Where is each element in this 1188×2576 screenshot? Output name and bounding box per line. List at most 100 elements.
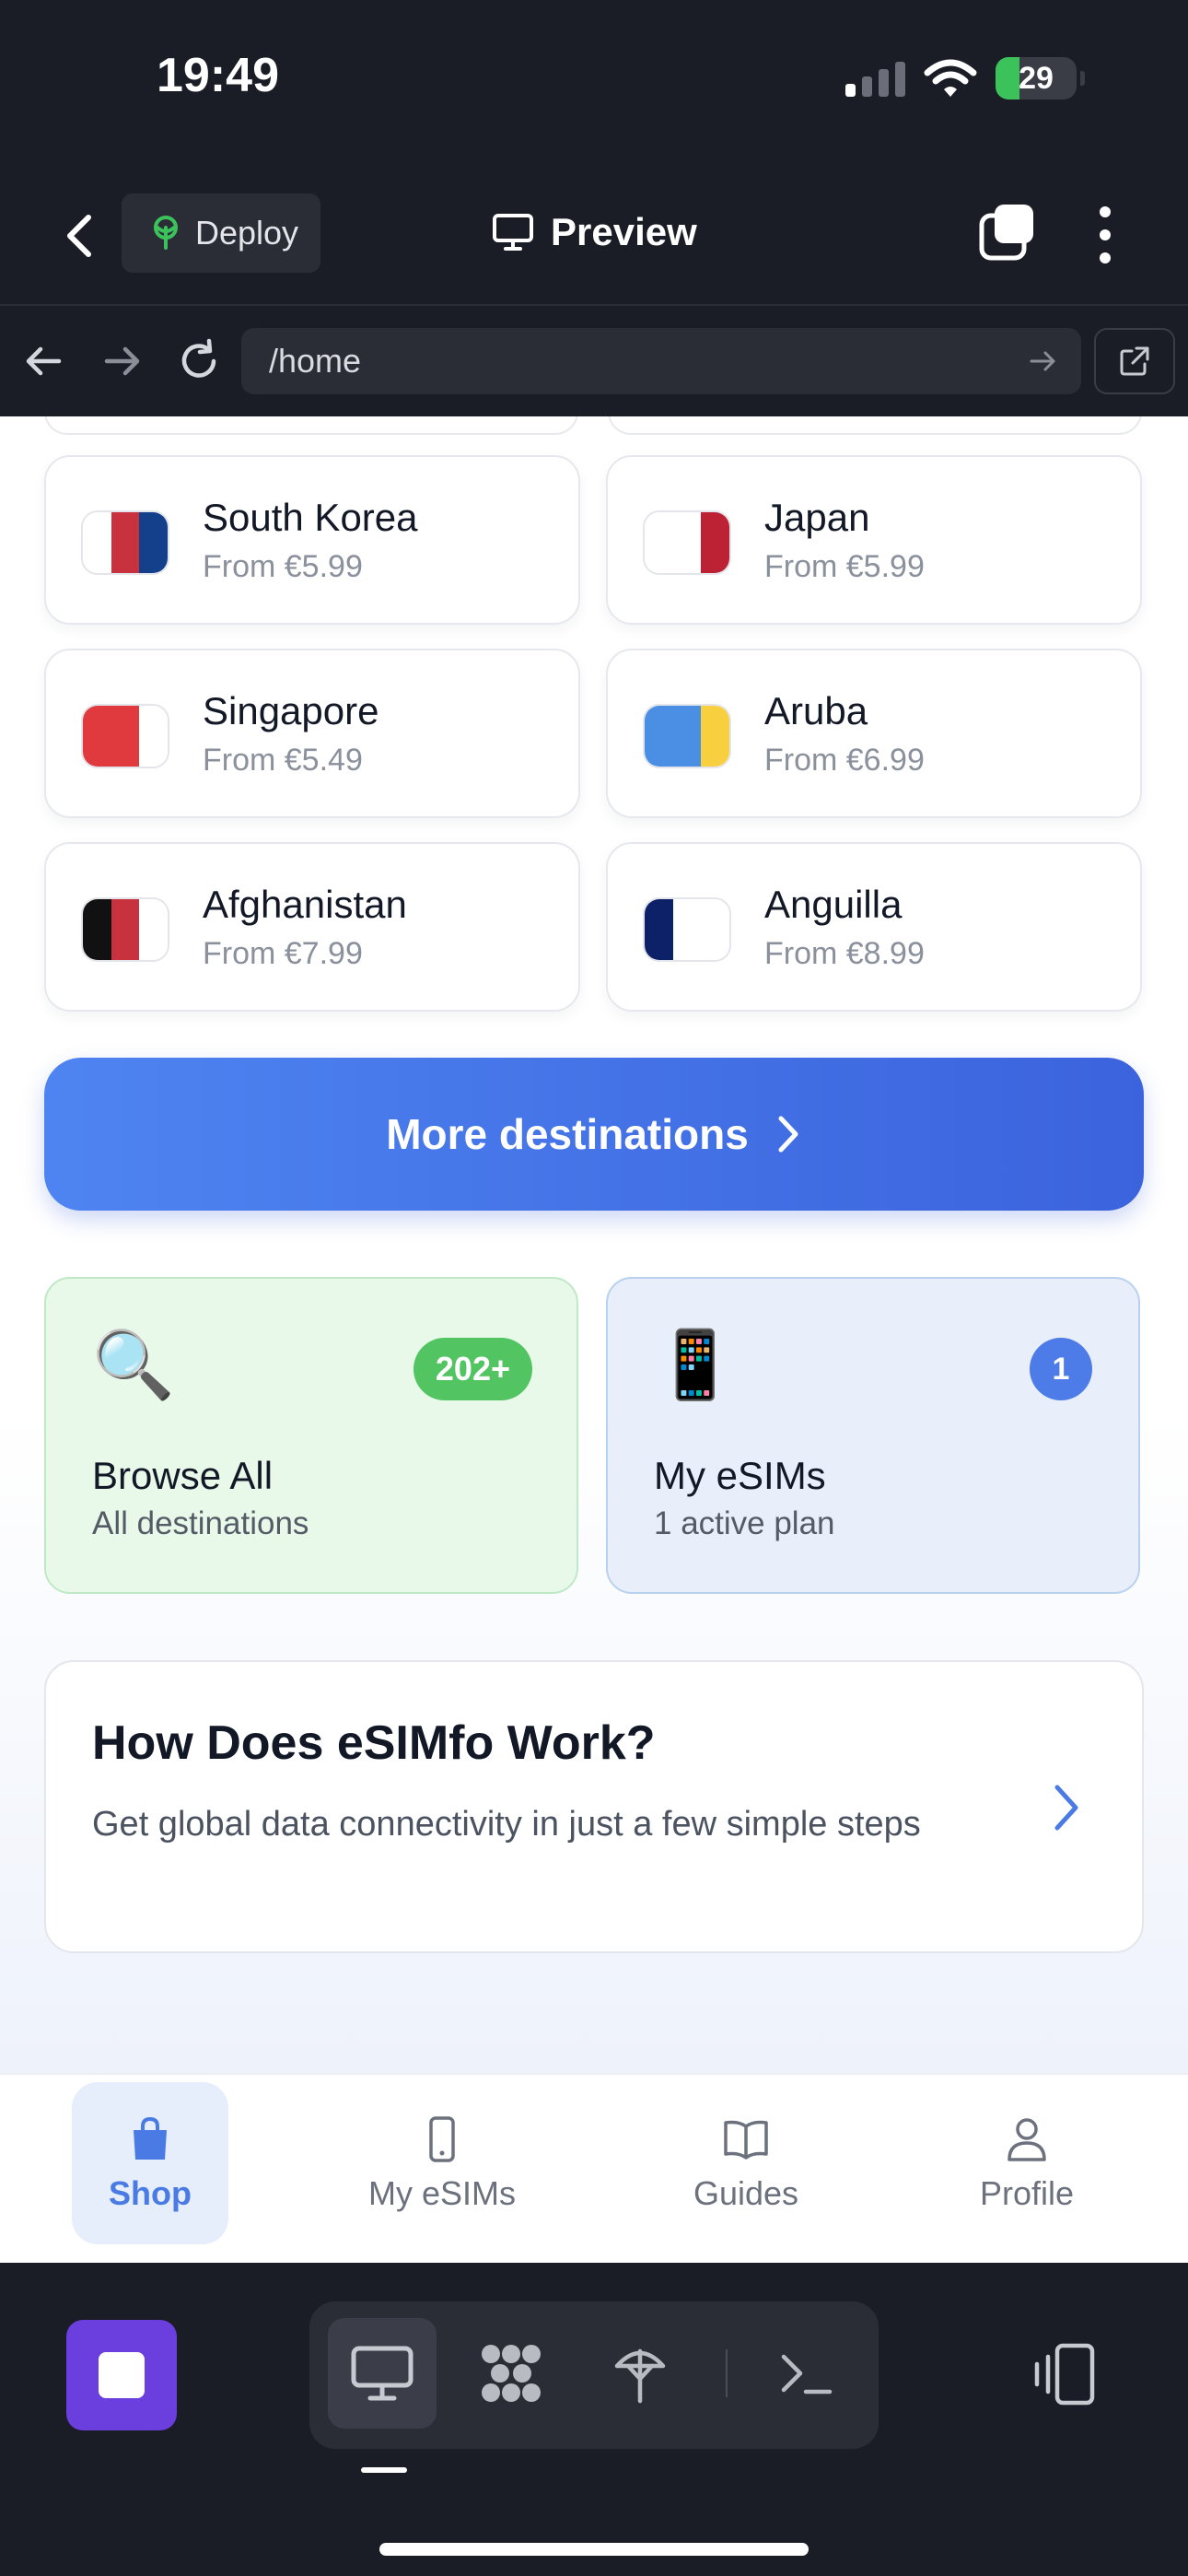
deploy-label: Deploy: [195, 214, 299, 252]
tab-profile[interactable]: Profile: [953, 2082, 1101, 2244]
how-it-works-title: How Does eSIMfo Work?: [92, 1716, 656, 1770]
arrow-right-icon[interactable]: [94, 334, 149, 389]
chevron-right-icon: [778, 1116, 798, 1153]
deploy-button[interactable]: Deploy: [122, 193, 320, 273]
tab-label: Guides: [693, 2174, 799, 2212]
terminal-icon: [781, 2354, 833, 2395]
external-link-icon: [1120, 346, 1149, 376]
flag-stripe: [139, 512, 168, 573]
flag-icon: [643, 897, 731, 962]
flag-stripe: [111, 706, 140, 767]
tab-my-esims[interactable]: My eSIMs: [350, 2082, 534, 2244]
view-mode-group: [309, 2301, 879, 2449]
url-field[interactable]: /home: [241, 328, 1081, 394]
page-content: South Korea From €5.99 Japan From €5.99 …: [0, 416, 1188, 2073]
editor-toolbar: [0, 2263, 1188, 2576]
flag-icon: [81, 510, 169, 575]
flag-stripe: [672, 512, 702, 573]
terminal-mode-button[interactable]: [751, 2318, 860, 2429]
cellular-signal-icon: [845, 60, 905, 97]
flag-stripe: [111, 512, 140, 573]
tab-guides[interactable]: Guides: [672, 2082, 820, 2244]
status-time: 19:49: [157, 49, 279, 102]
destination-card-afghanistan[interactable]: Afghanistan From €7.99: [44, 842, 580, 1012]
flag-stripe: [672, 706, 702, 767]
stop-icon: [99, 2352, 145, 2398]
my-esims-card[interactable]: 📱 1 My eSIMs 1 active plan: [606, 1277, 1140, 1594]
flag-stripe: [701, 512, 729, 573]
url-bar: /home: [0, 306, 1188, 416]
active-plan-count-badge: 1: [1030, 1338, 1092, 1400]
browse-all-card[interactable]: 🔍 202+ Browse All All destinations: [44, 1277, 578, 1594]
country-name: Singapore: [203, 689, 379, 732]
mobile-phone-icon: 📱: [654, 1329, 737, 1402]
monitor-icon: [351, 2346, 413, 2401]
country-name: Afghanistan: [203, 883, 407, 926]
device-preview-icon[interactable]: [1030, 2342, 1100, 2406]
battery-level: 29: [1019, 60, 1054, 96]
country-name: Japan: [764, 496, 870, 539]
card-stub: [44, 416, 578, 435]
more-vertical-icon[interactable]: [1087, 203, 1124, 267]
deploy-mode-button[interactable]: [586, 2318, 694, 2429]
destination-card-japan[interactable]: Japan From €5.99: [606, 455, 1142, 625]
flag-stripe: [139, 899, 168, 960]
destination-card-singapore[interactable]: Singapore From €5.49: [44, 649, 580, 818]
flag-stripe: [83, 706, 111, 767]
chevron-left-icon[interactable]: [57, 206, 101, 265]
tabs-icon[interactable]: [978, 203, 1037, 262]
preview-mode-button[interactable]: [328, 2318, 437, 2429]
arrow-left-icon[interactable]: [17, 334, 72, 389]
how-it-works-card[interactable]: How Does eSIMfo Work? Get global data co…: [44, 1660, 1144, 1953]
battery-icon: 29: [996, 57, 1077, 100]
flag-icon: [81, 897, 169, 962]
destination-card-aruba[interactable]: Aruba From €6.99: [606, 649, 1142, 818]
flag-stripe: [111, 899, 140, 960]
card-stub: [608, 416, 1142, 435]
workflow-mode-button[interactable]: [457, 2318, 565, 2429]
wifi-icon: [924, 59, 977, 97]
open-external-button[interactable]: [1094, 328, 1175, 394]
stop-button[interactable]: [66, 2320, 177, 2430]
more-destinations-label: More destinations: [386, 1110, 749, 1158]
flag-stripe: [83, 899, 111, 960]
flag-stripe: [701, 706, 729, 767]
flag-icon: [643, 704, 731, 768]
tab-label: Shop: [109, 2174, 192, 2212]
destination-card-anguilla[interactable]: Anguilla From €8.99: [606, 842, 1142, 1012]
flag-stripe: [645, 706, 673, 767]
country-name: Aruba: [764, 689, 868, 732]
country-price: From €8.99: [764, 936, 925, 971]
bottom-tab-bar: Shop My eSIMs Guides Profile: [0, 2073, 1188, 2263]
tab-label: Profile: [979, 2174, 1075, 2212]
my-esims-subtitle: 1 active plan: [654, 1505, 835, 1541]
destination-card-south-korea[interactable]: South Korea From €5.99: [44, 455, 580, 625]
home-indicator: [379, 2543, 809, 2556]
book-icon: [724, 2120, 768, 2160]
browse-all-title: Browse All: [92, 1454, 274, 1497]
active-mode-indicator: [361, 2467, 407, 2473]
toolbar-divider: [726, 2349, 728, 2397]
my-esims-title: My eSIMs: [654, 1454, 826, 1497]
go-arrow-icon[interactable]: [1026, 345, 1059, 378]
magnifier-icon: 🔍: [92, 1329, 175, 1402]
flag-stripe: [645, 899, 673, 960]
tab-shop[interactable]: Shop: [72, 2082, 228, 2244]
preview-label: Preview: [551, 210, 697, 253]
deploy-icon: [614, 2348, 666, 2404]
country-price: From €5.99: [203, 549, 363, 584]
more-destinations-button[interactable]: More destinations: [44, 1058, 1144, 1211]
flag-icon: [81, 704, 169, 768]
app-header: Deploy Preview: [0, 166, 1188, 306]
preview-title: Preview: [492, 210, 697, 254]
country-price: From €5.99: [764, 549, 925, 584]
deploy-icon: [154, 216, 178, 250]
how-it-works-description: Get global data connectivity in just a f…: [92, 1805, 921, 1844]
status-icons: 29: [845, 57, 1085, 100]
flag-stripe: [139, 706, 168, 767]
country-price: From €5.49: [203, 743, 363, 778]
monitor-icon: [493, 214, 533, 251]
url-path: /home: [269, 342, 362, 380]
flag-stripe: [645, 512, 673, 573]
reload-icon[interactable]: [171, 334, 227, 389]
